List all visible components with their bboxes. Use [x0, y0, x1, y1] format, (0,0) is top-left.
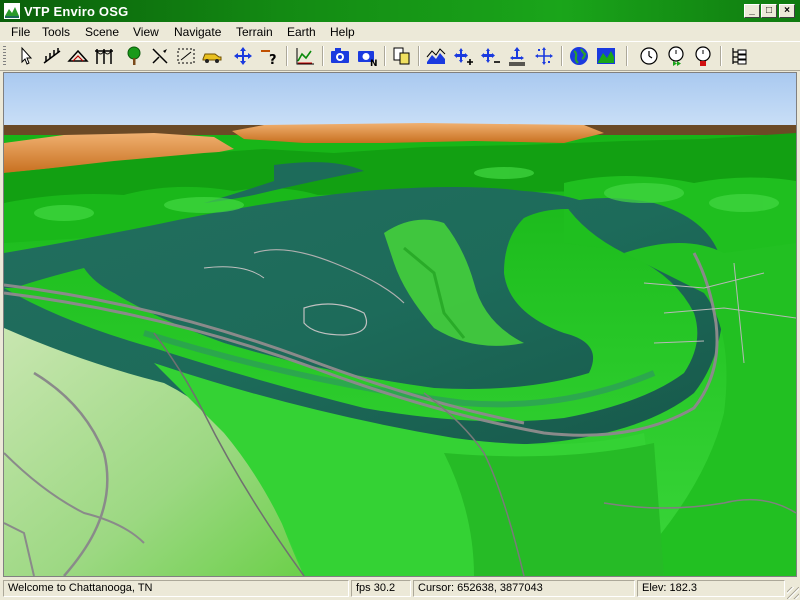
app-logo-icon [4, 3, 20, 19]
move-tool-button[interactable] [232, 45, 254, 67]
globe-icon [570, 47, 588, 65]
menu-terrain[interactable]: Terrain [236, 25, 273, 39]
foreground-darker-slope [444, 443, 664, 576]
maintain-height-button[interactable] [425, 45, 447, 67]
toolbar-separator [720, 46, 722, 66]
terrain-scene[interactable] [4, 73, 796, 576]
clock-play-icon [668, 46, 684, 66]
resize-grip[interactable] [787, 587, 799, 599]
toolbar-separator [322, 46, 324, 66]
fence-tool-button[interactable] [41, 45, 63, 67]
svg-text:?: ? [269, 53, 277, 67]
time-play-button[interactable] [665, 45, 687, 67]
terrain-view-button[interactable] [595, 45, 617, 67]
close-button[interactable]: × [779, 4, 795, 18]
3d-terrain-viewport[interactable] [3, 72, 797, 577]
status-bar: Welcome to Chattanooga, TN fps 30.2 Curs… [0, 578, 800, 600]
minimize-button[interactable]: _ [744, 4, 760, 18]
vehicle-icon [202, 53, 222, 63]
measure-icon [152, 48, 168, 64]
faster-button[interactable] [452, 45, 474, 67]
fly-nav-button[interactable] [533, 45, 555, 67]
clock-icon [640, 47, 658, 65]
time-button[interactable] [638, 45, 660, 67]
toolbar-separator [561, 46, 563, 66]
plant-tool-button[interactable] [123, 45, 145, 67]
terrain-follow-icon [426, 48, 446, 64]
scene-graph-icon [732, 48, 747, 65]
slow-down-icon [481, 48, 500, 63]
status-elevation: Elev: 182.3 [637, 580, 785, 597]
slower-button[interactable] [479, 45, 501, 67]
menu-file[interactable]: File [11, 25, 30, 39]
fence-icon [43, 48, 61, 64]
profile-tool-button[interactable] [294, 45, 316, 67]
app-window: VTP Enviro OSG _ □ × File Tools Scene Vi… [0, 0, 800, 600]
toolbar-separator [418, 46, 420, 66]
cursor-arrow-icon [21, 46, 33, 65]
toolbar-separator [384, 46, 386, 66]
clock-stop-icon [695, 46, 711, 66]
ground-anchor-icon [509, 47, 525, 66]
main-toolbar: ? N [0, 41, 800, 71]
instance-tool-button[interactable]: ? [258, 45, 280, 67]
menu-tools[interactable]: Tools [42, 25, 70, 39]
earth-view-button[interactable] [568, 45, 590, 67]
status-message: Welcome to Chattanooga, TN [3, 580, 349, 597]
toolbar-separator [626, 46, 628, 66]
layers-button[interactable] [391, 45, 413, 67]
scene-graph-button[interactable] [728, 45, 750, 67]
measure-tool-button[interactable] [149, 45, 171, 67]
move-arrows-icon [234, 47, 252, 65]
camera-numbered-icon: N [358, 51, 378, 67]
menu-scene[interactable]: Scene [85, 25, 119, 39]
camera-icon [331, 48, 349, 63]
tree-icon [127, 46, 141, 65]
snapshot-button[interactable] [329, 45, 351, 67]
status-fps: fps 30.2 [351, 580, 411, 597]
vehicle-tool-button[interactable] [201, 45, 223, 67]
snapshot-numbered-button[interactable]: N [356, 45, 378, 67]
menu-view[interactable]: View [133, 25, 159, 39]
instance-question-icon: ? [261, 50, 277, 67]
distant-ridge-center [232, 123, 604, 143]
fly-arrows-icon [535, 47, 553, 65]
box-select-icon [177, 48, 195, 64]
sky [4, 73, 796, 129]
powerline-tool-button[interactable] [93, 45, 115, 67]
close-icon: × [784, 5, 790, 16]
box-select-tool-button[interactable] [175, 45, 197, 67]
minimize-icon: _ [749, 5, 755, 16]
route-icon [67, 49, 89, 62]
select-tool-button[interactable] [15, 45, 37, 67]
terrain-map-icon [597, 48, 615, 64]
toolbar-separator [286, 46, 288, 66]
status-cursor: Cursor: 652638, 3877043 [413, 580, 635, 597]
maximize-button[interactable]: □ [761, 4, 777, 18]
svg-text:N: N [370, 59, 378, 67]
menu-help[interactable]: Help [330, 25, 355, 39]
toolbar-grip[interactable] [3, 46, 6, 66]
route-tool-button[interactable] [67, 45, 89, 67]
window-title: VTP Enviro OSG [24, 4, 129, 19]
maximize-icon: □ [765, 5, 773, 16]
speed-up-icon [454, 48, 473, 65]
time-stop-button[interactable] [692, 45, 714, 67]
menu-navigate[interactable]: Navigate [174, 25, 221, 39]
title-bar[interactable]: VTP Enviro OSG _ □ × [0, 0, 800, 22]
powerline-icon [95, 49, 113, 64]
menu-bar: File Tools Scene View Navigate Terrain E… [0, 22, 800, 41]
menu-earth[interactable]: Earth [287, 25, 316, 39]
profile-graph-icon [296, 48, 314, 65]
layers-icon [393, 47, 410, 65]
ground-button[interactable] [506, 45, 528, 67]
